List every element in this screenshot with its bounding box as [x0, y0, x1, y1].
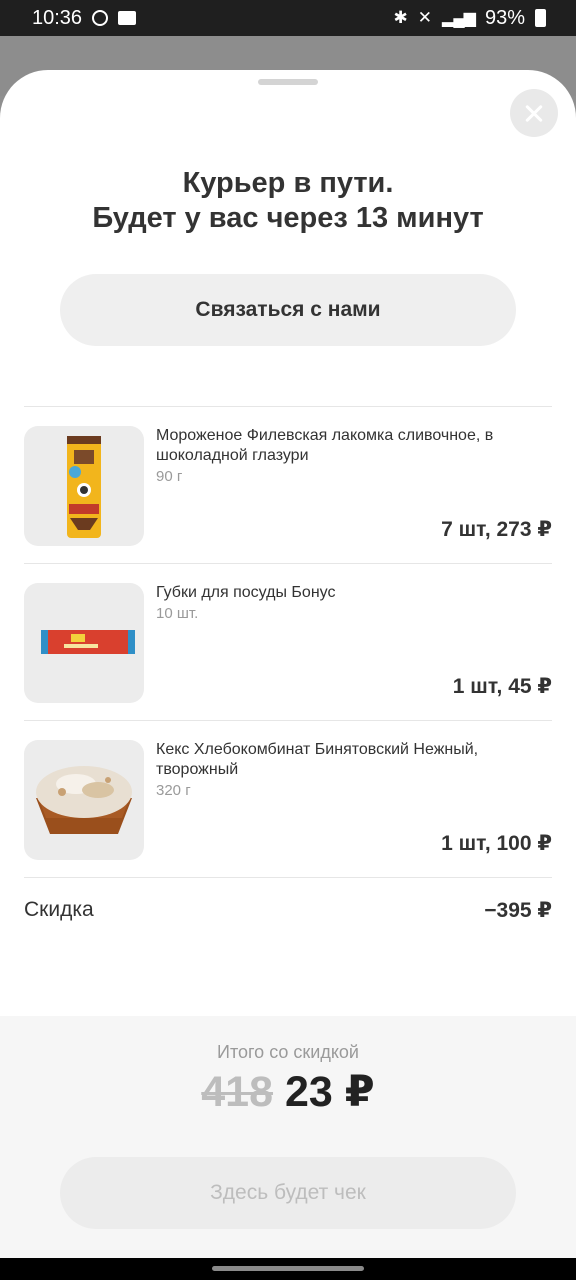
discount-value: −395 ₽	[484, 899, 552, 922]
folder-icon	[118, 11, 137, 25]
divider	[24, 877, 552, 878]
total-label: Итого со скидкой	[217, 1042, 359, 1062]
old-price: 418	[201, 1068, 274, 1116]
item-name: Мороженое Филевская лакомка сливочное, в…	[156, 427, 494, 464]
battery-percent: 93%	[484, 6, 525, 29]
item-quantity-price: 1 шт, 100 ₽	[441, 832, 552, 855]
home-indicator[interactable]	[212, 1266, 364, 1271]
signal-icon: ▂▄▆	[442, 10, 476, 27]
contact-us-button[interactable]: Связаться с нами	[60, 274, 516, 346]
status-bar: 10:36 ✱ ✕ ▂▄▆ 93%	[0, 0, 576, 36]
battery-icon	[535, 9, 546, 27]
receipt-button[interactable]: Здесь будет чек	[60, 1157, 516, 1229]
product-image-sponges	[24, 583, 144, 703]
bluetooth-icon: ✱	[393, 8, 408, 27]
product-image-ice-cream	[24, 426, 144, 546]
item-quantity-price: 7 шт, 273 ₽	[441, 518, 552, 541]
mute-icon: ✕	[417, 8, 433, 27]
discount-row: Скидка −395 ₽	[24, 898, 552, 923]
status-right: ✱ ✕ ▂▄▆ 93%	[394, 7, 546, 30]
item-quantity-price: 1 шт, 45 ₽	[452, 675, 552, 698]
navigation-bar	[0, 1258, 576, 1280]
discount-label: Скидка	[24, 898, 94, 921]
title-line-2: Будет у вас через 13 минут	[92, 202, 484, 234]
list-item[interactable]: Кекс Хлебокомбинат Бинятовский Нежный, т…	[24, 740, 552, 860]
page-title: Курьер в пути. Будет у вас через 13 мину…	[0, 166, 576, 236]
close-icon	[524, 103, 544, 123]
drag-handle[interactable]	[258, 79, 318, 85]
divider	[24, 406, 552, 407]
title-line-1: Курьер в пути.	[182, 167, 394, 199]
status-time: 10:36	[32, 6, 83, 29]
status-left: 10:36	[32, 6, 137, 30]
item-weight: 90 г	[156, 468, 183, 485]
order-status-sheet: Курьер в пути. Будет у вас через 13 мину…	[0, 70, 576, 1258]
list-item[interactable]: Губки для посуды Бонус 10 шт. 1 шт, 45 ₽	[24, 583, 552, 703]
close-button[interactable]	[510, 89, 558, 137]
order-total-footer: Итого со скидкой 418 23 ₽ Здесь будет чек	[0, 1016, 576, 1258]
list-item[interactable]: Мороженое Филевская лакомка сливочное, в…	[24, 426, 552, 546]
total-price: 418 23 ₽	[0, 1066, 576, 1118]
alarm-icon	[92, 10, 109, 26]
divider	[24, 563, 552, 564]
item-name: Кекс Хлебокомбинат Бинятовский Нежный, т…	[156, 741, 479, 778]
item-weight: 10 шт.	[156, 605, 199, 622]
item-name: Губки для посуды Бонус	[156, 584, 336, 601]
item-weight: 320 г	[156, 782, 191, 799]
new-price: 23 ₽	[285, 1068, 375, 1116]
product-image-cake	[24, 740, 144, 860]
divider	[24, 720, 552, 721]
